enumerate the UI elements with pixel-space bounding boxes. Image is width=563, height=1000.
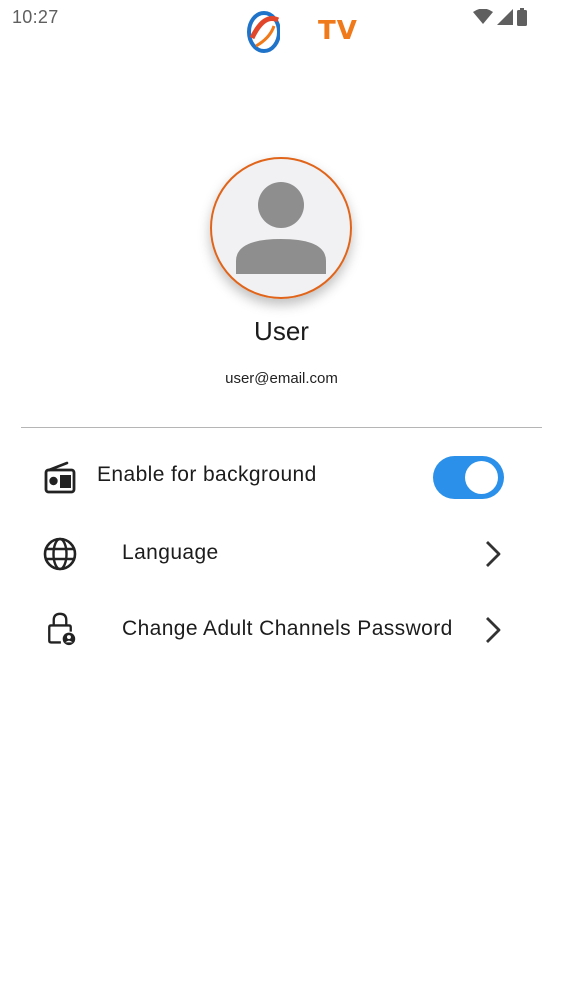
setting-language[interactable]: Language [0, 526, 563, 582]
wifi-icon [473, 9, 493, 24]
chevron-right-icon [486, 541, 501, 567]
divider [21, 427, 542, 428]
person-icon [236, 182, 326, 274]
toggle-knob [465, 461, 498, 494]
cell-signal-icon [497, 9, 513, 25]
radio-icon [44, 461, 76, 494]
battery-icon [517, 8, 527, 26]
chevron-right-icon [486, 617, 501, 643]
profile-screen: 10:27 TV User user@email.com Enable for … [0, 0, 563, 1000]
app-logo-text: TV [318, 16, 358, 46]
status-time: 10:27 [12, 7, 59, 27]
setting-adult-password[interactable]: Change Adult Channels Password [0, 602, 563, 658]
user-email: user@email.com [225, 370, 338, 387]
avatar[interactable] [210, 157, 352, 299]
user-name: User [254, 316, 309, 346]
background-toggle[interactable] [433, 456, 504, 499]
setting-enable-background-label: Enable for background [97, 463, 317, 486]
status-icons [473, 8, 527, 26]
setting-adult-password-label: Change Adult Channels Password [122, 617, 453, 640]
setting-language-label: Language [122, 541, 219, 564]
globe-icon [43, 537, 77, 571]
lock-person-icon [48, 612, 76, 646]
